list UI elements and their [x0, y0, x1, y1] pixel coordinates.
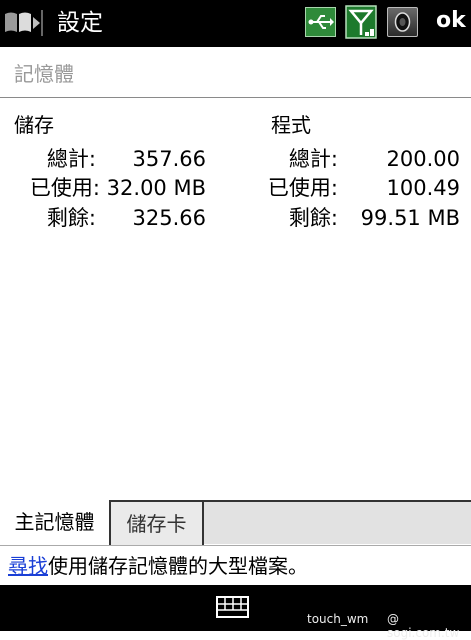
tab-storage-card[interactable]: 儲存卡 [111, 500, 204, 545]
windows-start-icon[interactable] [3, 8, 43, 38]
watermark-touch: touch_wm [307, 612, 369, 626]
usb-icon[interactable] [305, 7, 336, 37]
find-description: 使用儲存記憶體的大型檔案。 [48, 554, 308, 578]
keyboard-icon[interactable] [216, 596, 249, 618]
find-link[interactable]: 尋找 [8, 554, 48, 578]
watermark-sogi: @ sogi.com.tw [387, 612, 460, 640]
soft-key-bar: touch_wm @ sogi.com.tw [0, 585, 471, 640]
storage-heading: 儲存 [14, 113, 54, 137]
program-total-value: 200.00 [386, 147, 460, 171]
volume-icon[interactable] [387, 7, 418, 37]
find-large-files-line: 尋找使用儲存記憶體的大型檔案。 [0, 545, 471, 585]
program-free-value: 99.51 MB [360, 206, 460, 230]
program-heading: 程式 [271, 113, 311, 137]
section-title: 記憶體 [14, 62, 74, 86]
title-bar: 設定 ok [0, 0, 471, 47]
signal-icon[interactable] [345, 5, 377, 39]
program-used-value: 100.49 [386, 176, 460, 200]
divider [0, 97, 471, 98]
ok-button[interactable]: ok [436, 6, 466, 36]
tab-main-memory[interactable]: 主記憶體 [0, 500, 111, 545]
page-title: 設定 [57, 10, 103, 36]
